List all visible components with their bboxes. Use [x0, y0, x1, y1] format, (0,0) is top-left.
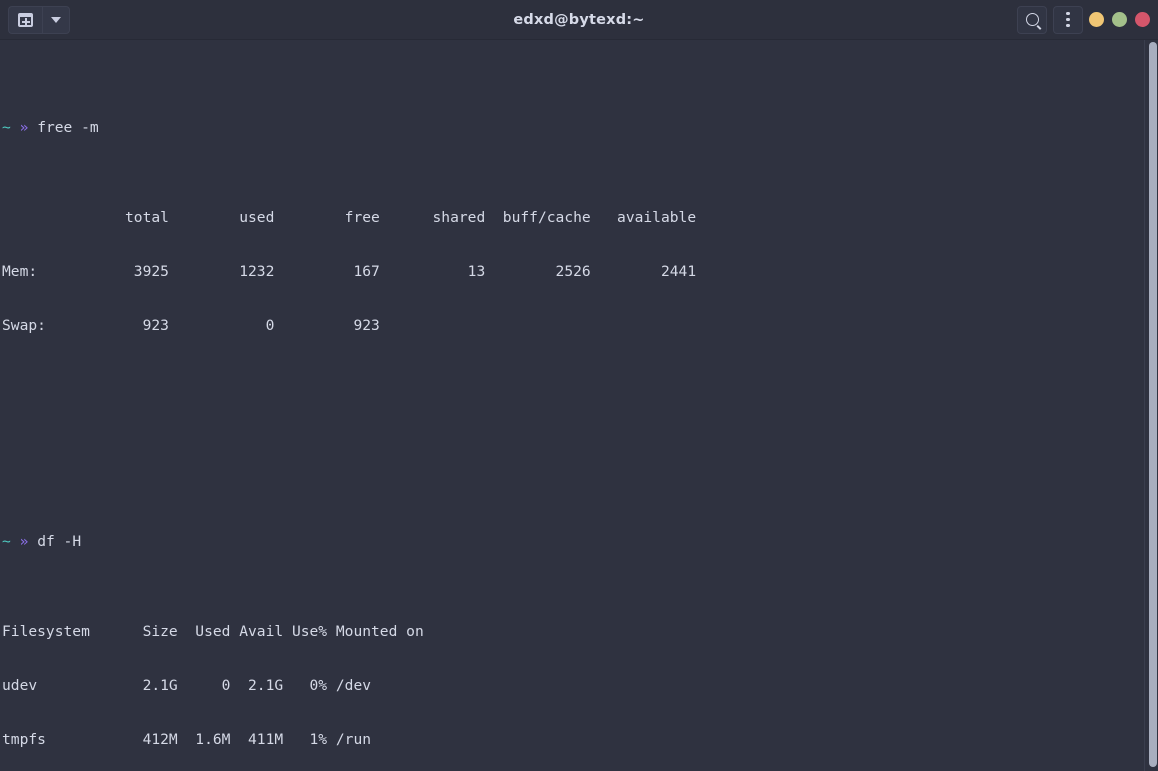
- close-button[interactable]: [1135, 12, 1150, 27]
- blank-line: [2, 443, 696, 461]
- df-header-line: Filesystem Size Used Avail Use% Mounted …: [2, 623, 696, 641]
- tab-dropdown-button[interactable]: [42, 6, 70, 34]
- new-tab-button[interactable]: [8, 6, 42, 34]
- prompt-tilde: ~: [2, 533, 11, 550]
- blank-line: [2, 389, 696, 407]
- window-title: edxd@bytexd:~: [0, 12, 1158, 28]
- df-row: tmpfs 412M 1.6M 411M 1% /run: [2, 731, 696, 749]
- search-icon: [1026, 13, 1039, 26]
- prompt-tilde: ~: [2, 119, 11, 136]
- terminal-viewport[interactable]: ~ » free -m total used free shared buff/…: [0, 40, 1158, 771]
- minimize-button[interactable]: [1089, 12, 1104, 27]
- chevron-down-icon: [51, 17, 61, 23]
- terminal-output[interactable]: ~ » free -m total used free shared buff/…: [0, 40, 696, 771]
- command-text: df -H: [37, 533, 81, 550]
- titlebar-right-controls: [1017, 6, 1150, 34]
- terminal-scrollbar[interactable]: [1144, 40, 1158, 771]
- free-output-line: total used free shared buff/cache availa…: [2, 209, 696, 227]
- three-dots-menu-icon: [1066, 12, 1069, 27]
- search-button[interactable]: [1017, 6, 1047, 34]
- df-row: udev 2.1G 0 2.1G 0% /dev: [2, 677, 696, 695]
- maximize-button[interactable]: [1112, 12, 1127, 27]
- free-output-line: Mem: 3925 1232 167 13 2526 2441: [2, 263, 696, 281]
- command-text: free -m: [37, 119, 99, 136]
- titlebar-left-controls: [8, 6, 70, 34]
- prompt-arrow: »: [20, 119, 29, 136]
- menu-button[interactable]: [1053, 6, 1083, 34]
- terminal-prompt-line: ~ » df -H: [2, 533, 696, 551]
- scrollbar-thumb[interactable]: [1149, 42, 1157, 767]
- window-titlebar: edxd@bytexd:~: [0, 0, 1158, 40]
- new-tab-icon: [18, 13, 33, 27]
- terminal-prompt-line: ~ » free -m: [2, 119, 696, 137]
- prompt-arrow: »: [20, 533, 29, 550]
- free-output-line: Swap: 923 0 923: [2, 317, 696, 335]
